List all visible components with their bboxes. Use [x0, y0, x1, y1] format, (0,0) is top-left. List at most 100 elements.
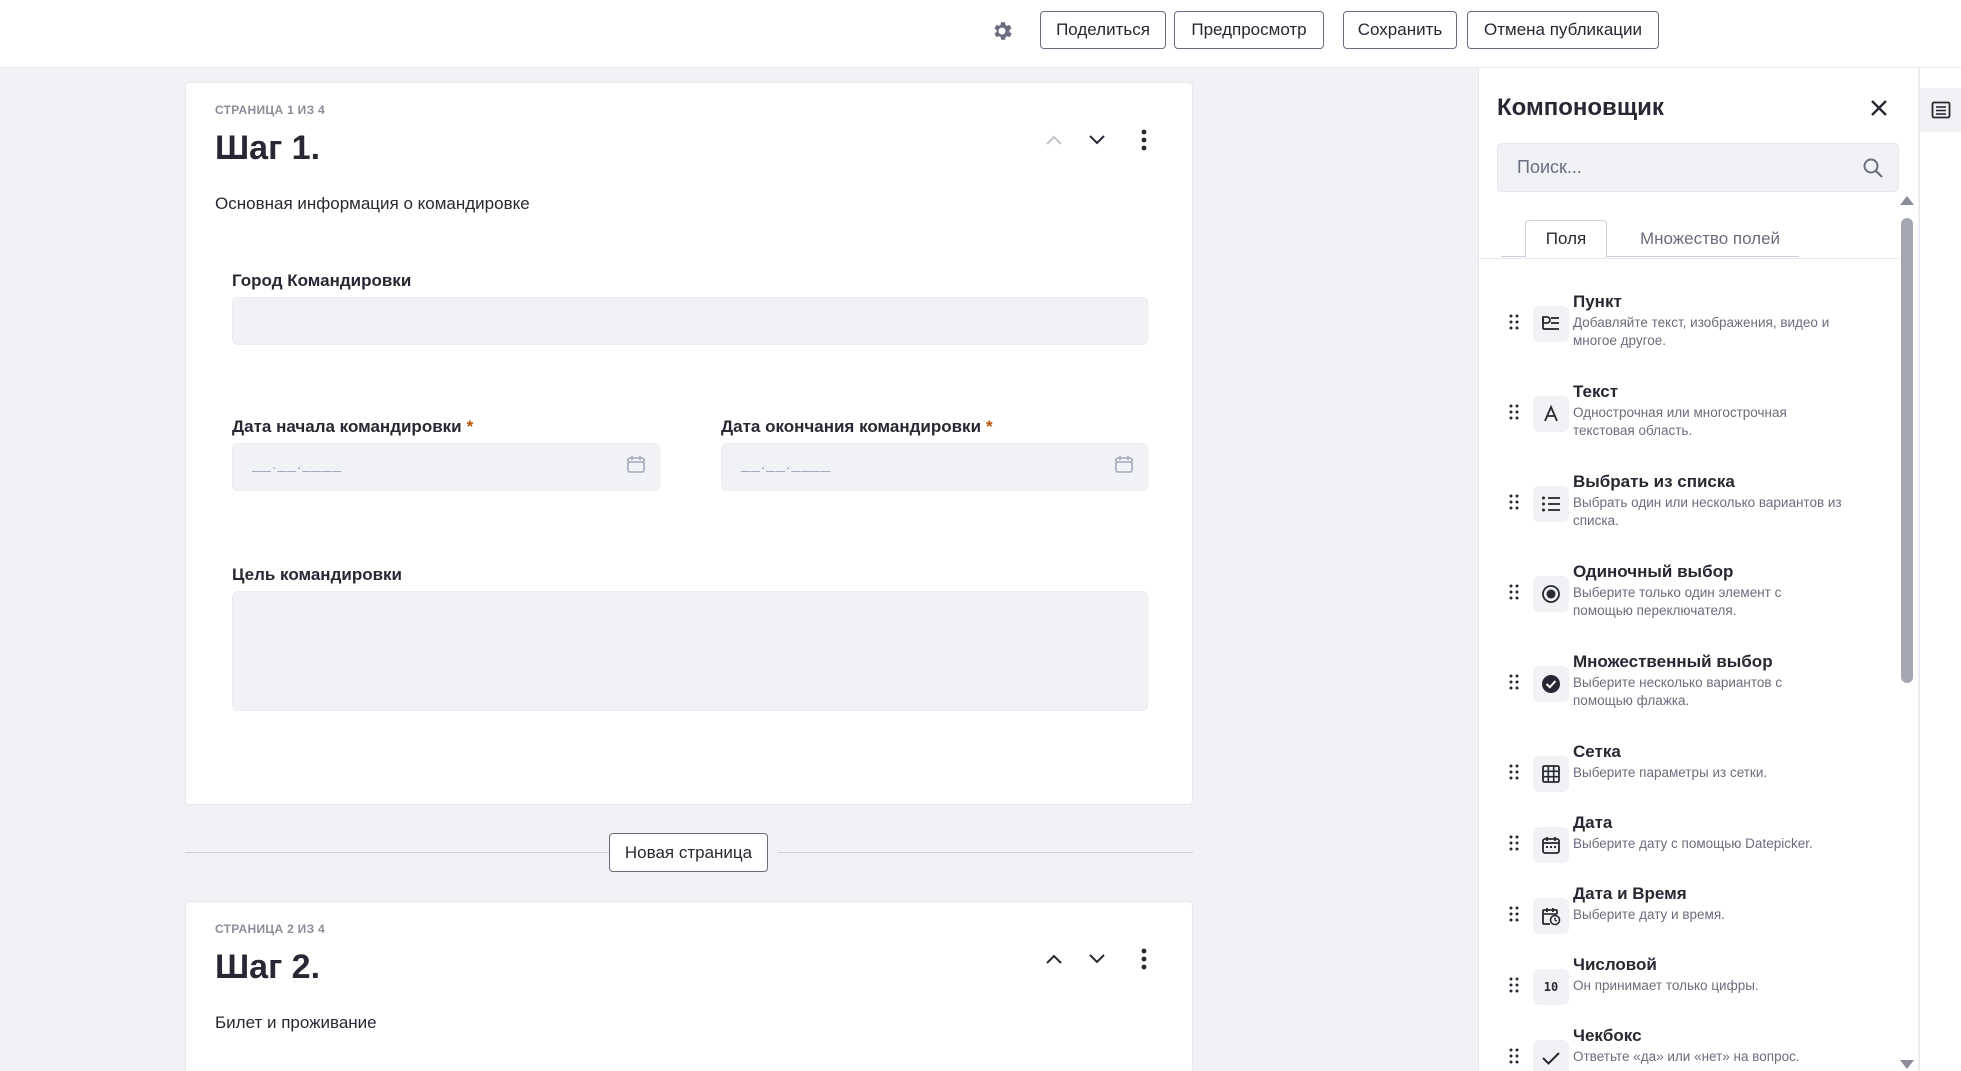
field-item-description: Выберите только один элемент с помощью п… — [1573, 585, 1782, 618]
field-item-description: Однострочная или многострочная текстовая… — [1573, 405, 1787, 438]
move-page-up-button[interactable] — [1039, 125, 1069, 155]
field-item-description: Ответьте «да» или «нет» на вопрос. — [1573, 1049, 1800, 1064]
close-sidebar-button[interactable] — [1864, 93, 1894, 123]
more-vertical-icon — [1141, 948, 1147, 970]
calendar-icon — [1533, 827, 1569, 863]
check-circle-icon — [1533, 666, 1569, 702]
page-options-button[interactable] — [1129, 944, 1159, 974]
drag-handle-icon[interactable] — [1509, 835, 1519, 851]
field-item-description: Он принимает только цифры. — [1573, 978, 1759, 993]
scroll-down-arrow[interactable] — [1900, 1060, 1914, 1069]
numeric-icon: 10 — [1533, 969, 1569, 1005]
search-icon[interactable] — [1862, 157, 1884, 179]
text-icon — [1533, 396, 1569, 432]
field-item-title: Дата и Время — [1573, 884, 1687, 903]
field-item-numeric[interactable]: 10 Числовой Он принимает только цифры. — [1509, 955, 1879, 1019]
field-item-description: Выберите параметры из сетки. — [1573, 765, 1768, 780]
field-item-title: Множественный выбор — [1573, 652, 1773, 671]
field-item-title: Сетка — [1573, 742, 1621, 761]
required-mark: * — [466, 417, 474, 436]
field-item-title: Одиночный выбор — [1573, 562, 1734, 581]
chevron-up-icon — [1046, 954, 1062, 964]
page-divider — [778, 852, 1193, 853]
drag-handle-icon[interactable] — [1509, 584, 1519, 600]
start-date-label-text: Дата начала командировки — [232, 417, 462, 436]
field-item-multiple-choice[interactable]: Множественный выбор Выберите несколько в… — [1509, 652, 1879, 716]
chevron-down-icon — [1089, 135, 1105, 145]
field-item-single-choice[interactable]: Одиночный выбор Выберите только один эле… — [1509, 562, 1879, 626]
drag-handle-icon[interactable] — [1509, 404, 1519, 420]
top-toolbar: Поделиться Предпросмотр Сохранить Отмена… — [0, 0, 1961, 68]
move-page-down-button[interactable] — [1082, 944, 1112, 974]
drag-handle-icon[interactable] — [1509, 1048, 1519, 1064]
form-page-card: СТРАНИЦА 1 ИЗ 4 Шаг 1. Основная информац… — [185, 82, 1193, 805]
page-counter: СТРАНИЦА 1 ИЗ 4 — [215, 103, 326, 117]
drag-handle-icon[interactable] — [1509, 674, 1519, 690]
start-date-label: Дата начала командировки * — [232, 417, 473, 437]
save-button[interactable]: Сохранить — [1343, 11, 1457, 49]
field-item-description: Выбрать один или несколько вариантов из … — [1573, 495, 1842, 528]
drag-handle-icon[interactable] — [1509, 494, 1519, 510]
page-title[interactable]: Шаг 2. — [215, 948, 320, 987]
scroll-up-arrow[interactable] — [1900, 196, 1914, 205]
date-time-icon — [1533, 898, 1569, 934]
divider — [1479, 258, 1899, 259]
preview-button[interactable]: Предпросмотр — [1174, 11, 1324, 49]
field-item-date[interactable]: Дата Выберите дату с помощью Datepicker. — [1509, 813, 1879, 877]
sidebar-title: Компоновщик — [1497, 94, 1664, 121]
new-page-button[interactable]: Новая страница — [609, 833, 768, 872]
share-button[interactable]: Поделиться — [1040, 11, 1166, 49]
page-divider — [185, 852, 609, 853]
tab-fieldsets[interactable]: Множество полей — [1617, 220, 1803, 258]
check-icon — [1533, 1040, 1569, 1071]
field-item-title: Числовой — [1573, 955, 1657, 974]
move-page-up-button[interactable] — [1039, 944, 1069, 974]
search-input[interactable] — [1498, 144, 1848, 191]
page-description[interactable]: Основная информация о командировке — [215, 194, 530, 214]
page-description[interactable]: Билет и проживание — [215, 1013, 377, 1033]
move-page-down-button[interactable] — [1082, 125, 1112, 155]
grid-icon — [1533, 756, 1569, 792]
builder-sidebar: Компоновщик Поля Множество полей Пункт Д… — [1478, 68, 1918, 1071]
start-date-input[interactable]: __.__.____ — [232, 443, 660, 491]
more-vertical-icon — [1141, 129, 1147, 151]
field-item-description: Выберите несколько вариантов с помощью ф… — [1573, 675, 1783, 708]
end-date-input[interactable]: __.__.____ — [721, 443, 1148, 491]
city-input[interactable] — [232, 297, 1148, 345]
drag-handle-icon[interactable] — [1509, 764, 1519, 780]
field-item-text[interactable]: Текст Однострочная или многострочная тек… — [1509, 382, 1879, 446]
date-placeholder: __.__.____ — [252, 456, 343, 473]
right-rail — [1919, 68, 1961, 1071]
form-page-card: СТРАНИЦА 2 ИЗ 4 Шаг 2. Билет и проживани… — [185, 901, 1193, 1071]
field-item-title: Дата — [1573, 813, 1613, 832]
field-item-paragraph[interactable]: Пункт Добавляйте текст, изображения, вид… — [1509, 292, 1879, 356]
page-title[interactable]: Шаг 1. — [215, 129, 320, 168]
calendar-icon[interactable] — [1114, 454, 1134, 474]
page-counter: СТРАНИЦА 2 ИЗ 4 — [215, 922, 326, 936]
drag-handle-icon[interactable] — [1509, 977, 1519, 993]
purpose-textarea[interactable] — [232, 591, 1148, 711]
field-item-checkbox[interactable]: Чекбокс Ответьте «да» или «нет» на вопро… — [1509, 1026, 1879, 1071]
field-item-select-list[interactable]: Выбрать из списка Выбрать один или неско… — [1509, 472, 1879, 536]
page-options-button[interactable] — [1129, 125, 1159, 155]
calendar-icon[interactable] — [626, 454, 646, 474]
tab-fields[interactable]: Поля — [1525, 220, 1607, 258]
end-date-label: Дата окончания командировки * — [721, 417, 993, 437]
date-placeholder: __.__.____ — [741, 456, 832, 473]
field-item-title: Выбрать из списка — [1573, 472, 1735, 491]
close-icon — [1871, 100, 1887, 116]
gear-icon[interactable] — [990, 19, 1014, 43]
city-field-label: Город Командировки — [232, 271, 412, 290]
builder-panel-toggle[interactable] — [1920, 88, 1961, 132]
drag-handle-icon[interactable] — [1509, 906, 1519, 922]
field-item-title: Чекбокс — [1573, 1026, 1642, 1045]
field-item-title: Текст — [1573, 382, 1619, 401]
field-item-grid[interactable]: Сетка Выберите параметры из сетки. — [1509, 742, 1879, 806]
field-item-date-time[interactable]: Дата и Время Выберите дату и время. — [1509, 884, 1879, 948]
unpublish-button[interactable]: Отмена публикации — [1467, 11, 1659, 49]
numeric-icon-text: 10 — [1543, 980, 1559, 994]
list-panel-icon — [1931, 101, 1951, 119]
drag-handle-icon[interactable] — [1509, 314, 1519, 330]
field-item-description: Выберите дату с помощью Datepicker. — [1573, 836, 1813, 851]
scrollbar-thumb[interactable] — [1901, 218, 1913, 683]
